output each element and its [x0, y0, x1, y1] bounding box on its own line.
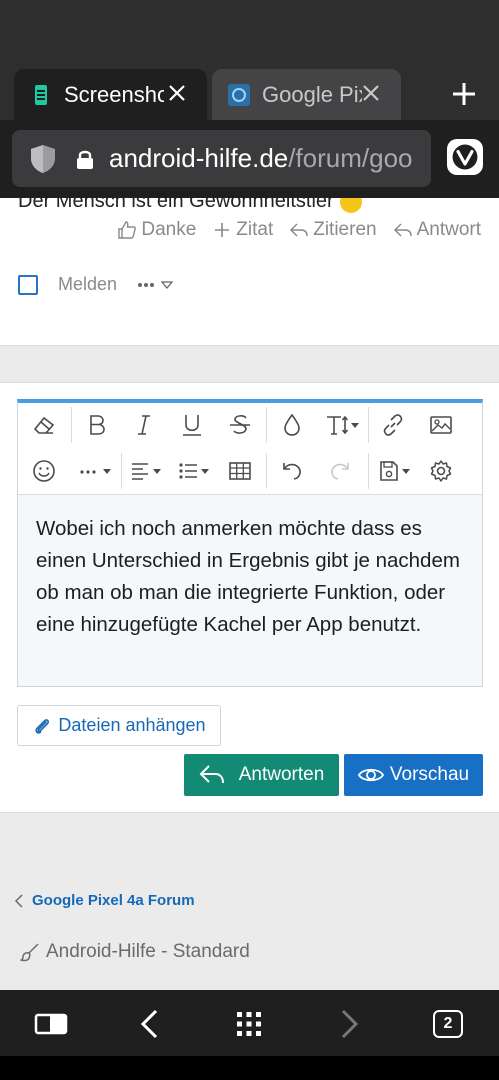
toolbar-separator	[368, 453, 369, 489]
panel-toggle-icon[interactable]	[34, 1007, 68, 1041]
tab-switcher-button[interactable]: 2	[431, 1007, 465, 1041]
editor-toolbar	[18, 403, 482, 495]
redo-icon	[320, 453, 360, 489]
style-chooser-label: Android-Hilfe - Standard	[46, 941, 250, 962]
post-text-content: Der Mensch ist ein Gewohnheitstier	[18, 198, 334, 212]
insert-image-icon[interactable]	[421, 407, 461, 443]
post-text: Der Mensch ist ein Gewohnheitstier	[18, 198, 362, 213]
shield-icon[interactable]	[30, 144, 56, 174]
insert-link-icon[interactable]	[373, 407, 413, 443]
url-host: android-hilfe.de	[109, 143, 289, 173]
preview-button[interactable]: Vorschau	[344, 754, 483, 796]
reply-label: Antwort	[416, 219, 481, 240]
toolbar-separator	[121, 453, 122, 489]
speed-dial-grid-icon[interactable]	[232, 1007, 266, 1041]
breadcrumb-link[interactable]: Google Pixel 4a Forum	[32, 892, 195, 909]
cite-button[interactable]: Zitieren	[289, 219, 377, 241]
close-tab-icon[interactable]	[359, 81, 383, 105]
screenshot-app-icon	[30, 84, 52, 106]
smiley-emoji-icon	[339, 198, 362, 213]
emoji-smiley-icon[interactable]	[24, 453, 64, 489]
vivaldi-menu-icon[interactable]	[447, 139, 483, 175]
toolbar-separator	[71, 407, 72, 443]
forum-favicon-icon	[228, 83, 250, 106]
select-post-checkbox[interactable]	[18, 274, 38, 295]
url-path: /forum/goo	[288, 143, 413, 173]
eye-icon	[357, 768, 384, 782]
report-link[interactable]: Melden	[58, 274, 117, 295]
thumbs-up-icon	[118, 221, 137, 239]
reply-arrow-icon	[199, 765, 224, 784]
tab-count: 2	[433, 1010, 463, 1038]
back-arrow-icon[interactable]	[134, 1007, 168, 1041]
text-color-drop-icon[interactable]	[272, 407, 312, 443]
web-page: Der Mensch ist ein Gewohnheitstier Danke…	[0, 198, 499, 990]
insert-table-icon[interactable]	[220, 453, 260, 489]
more-options-button[interactable]	[137, 280, 174, 290]
underline-icon[interactable]	[172, 407, 212, 443]
bulleted-list-icon[interactable]	[172, 453, 218, 489]
quote-button[interactable]: Zitat	[212, 219, 273, 241]
tab-title: Google Pixel	[262, 81, 362, 107]
tab-screenshot[interactable]: Screenshot	[14, 69, 207, 120]
tab-title: Screenshot	[64, 81, 164, 107]
settings-gear-icon[interactable]	[421, 453, 461, 489]
attach-files-label: Dateien anhängen	[58, 715, 206, 735]
thanks-button[interactable]: Danke	[117, 219, 196, 241]
editor-content[interactable]: Wobei ich noch anmerken möchte dass es e…	[18, 495, 482, 659]
tab-google-pixel[interactable]: Google Pixel	[212, 69, 401, 120]
status-bar	[0, 0, 499, 68]
breadcrumb[interactable]: Google Pixel 4a Forum	[14, 892, 195, 909]
address-bar-row: android-hilfe.de/forum/goo	[0, 120, 499, 198]
more-options-dots-icon[interactable]	[74, 453, 118, 489]
clear-formatting-eraser-icon[interactable]	[24, 407, 64, 443]
tab-strip: Screenshot Google Pixel	[0, 68, 499, 120]
bold-icon[interactable]	[77, 407, 117, 443]
paperclip-icon	[35, 718, 50, 734]
lock-icon	[76, 149, 94, 169]
thanks-label: Danke	[141, 219, 197, 240]
paintbrush-icon	[20, 943, 39, 962]
post-actions: Danke Zitat Zitieren Antwort	[117, 219, 481, 241]
align-left-icon[interactable]	[124, 453, 170, 489]
plus-icon	[215, 223, 230, 237]
reply-arrow-icon	[393, 223, 412, 237]
toolbar-separator	[368, 407, 369, 443]
toolbar-separator	[266, 407, 267, 443]
new-tab-plus-icon[interactable]	[449, 79, 479, 109]
attach-files-button[interactable]: Dateien anhängen	[17, 705, 221, 746]
undo-icon[interactable]	[272, 453, 312, 489]
italic-icon[interactable]	[124, 407, 164, 443]
forum-post: Der Mensch ist ein Gewohnheitstier Danke…	[0, 198, 499, 346]
quote-label: Zitat	[236, 219, 274, 240]
system-navigation-bar	[0, 1056, 499, 1080]
preview-label: Vorschau	[389, 764, 470, 785]
toolbar-separator	[266, 453, 267, 489]
rich-text-editor: Wobei ich noch anmerken möchte dass es e…	[17, 399, 483, 687]
reply-submit-label: Antworten	[238, 764, 325, 785]
chevron-down-icon	[161, 280, 174, 289]
reply-arrow-icon	[290, 223, 308, 237]
cite-label: Zitieren	[313, 219, 377, 240]
style-chooser-link[interactable]: Android-Hilfe - Standard	[20, 941, 250, 963]
font-size-icon[interactable]	[318, 407, 368, 443]
save-draft-icon[interactable]	[373, 453, 419, 489]
chevron-left-icon	[14, 893, 23, 908]
more-dots-icon	[138, 282, 155, 287]
url-text: android-hilfe.de/forum/goo	[109, 143, 427, 174]
browser-bottom-toolbar: 2	[0, 990, 499, 1056]
reply-button[interactable]: Antwort	[393, 219, 481, 241]
report-row: Melden	[18, 274, 174, 295]
forward-arrow-icon	[331, 1007, 365, 1041]
strikethrough-icon[interactable]	[220, 407, 260, 443]
reply-submit-button[interactable]: Antworten	[184, 754, 339, 796]
quick-reply-form: Wobei ich noch anmerken möchte dass es e…	[0, 382, 499, 813]
close-tab-icon[interactable]	[165, 81, 189, 105]
url-field[interactable]: android-hilfe.de/forum/goo	[12, 130, 431, 187]
